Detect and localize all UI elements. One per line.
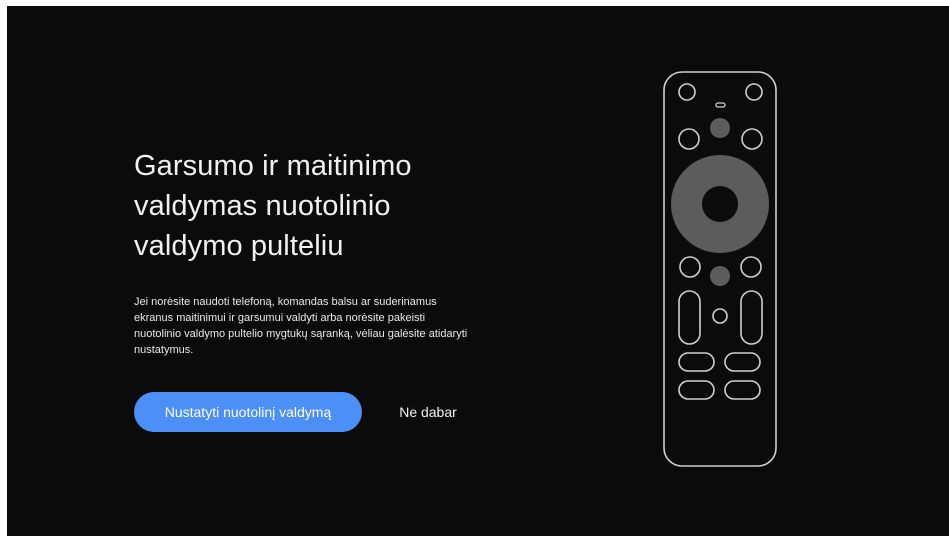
- back-button-icon: [678, 128, 700, 150]
- shortcut-button-icon: [724, 352, 761, 372]
- shortcut-button-icon: [678, 380, 715, 400]
- right-button-icon: [740, 256, 762, 278]
- shortcut-button-icon: [724, 380, 761, 400]
- home-button-icon: [741, 128, 763, 150]
- channel-rocker-icon: [740, 290, 763, 345]
- led-indicator-icon: [715, 102, 726, 108]
- page-title: Garsumo ir maitinimo valdymas nuotolinio…: [134, 150, 412, 262]
- remote-control-illustration: [663, 71, 777, 467]
- mute-button-icon: [712, 308, 728, 324]
- volume-rocker-icon: [678, 290, 701, 345]
- assistant-button-icon: [710, 118, 730, 138]
- power-button-icon: [710, 266, 730, 286]
- left-button-icon: [679, 256, 701, 278]
- setup-description: Jei norėsite naudoti telefoną, komandas …: [134, 296, 468, 356]
- tv-setup-screen: Garsumo ir maitinimo valdymas nuotolinio…: [7, 6, 949, 536]
- setup-remote-button[interactable]: Nustatyti nuotolinį valdymą: [134, 392, 362, 432]
- top-right-button-icon: [745, 83, 763, 101]
- not-now-button[interactable]: Ne dabar: [385, 392, 471, 432]
- shortcut-button-icon: [678, 352, 715, 372]
- dpad-center-icon: [702, 186, 738, 222]
- top-left-button-icon: [678, 83, 696, 101]
